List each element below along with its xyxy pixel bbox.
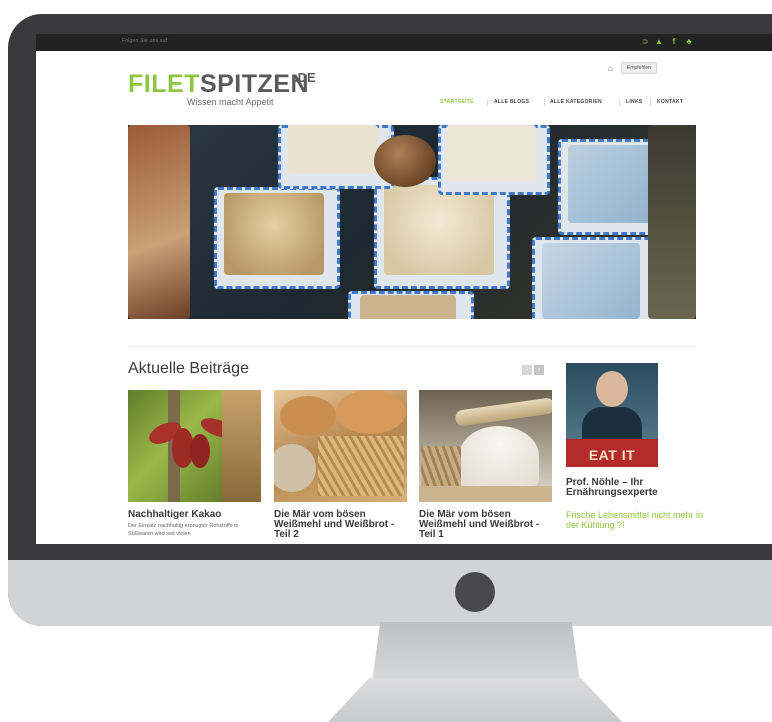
logo-domain: .DE	[294, 70, 316, 85]
bread-loaf	[336, 390, 406, 434]
delicious-icon[interactable]: ▲	[654, 37, 664, 47]
nav-separator	[544, 99, 545, 106]
cake-piece	[224, 193, 324, 275]
leaf-icon[interactable]: ♣	[684, 37, 694, 47]
post-image-flour[interactable]	[419, 390, 552, 502]
nav-item-alle-blogs[interactable]: ALLE BLOGS	[494, 99, 529, 105]
print-icon[interactable]: ⌂	[608, 64, 613, 73]
nav-separator	[487, 99, 488, 106]
like-button-label: Empfehlen	[627, 65, 651, 71]
bread-slice	[274, 444, 316, 492]
section-divider	[128, 346, 696, 347]
logo-part-spitzen: SPITZEN	[199, 70, 310, 98]
portrait-suit	[582, 407, 642, 439]
cake-piece	[360, 295, 456, 319]
walnut	[374, 135, 436, 187]
sidebar-ad-image[interactable]: EAT IT	[566, 363, 658, 467]
cocoa-pod	[190, 434, 210, 468]
flour-pile	[459, 426, 539, 486]
pager-prev-button[interactable]: ‹	[522, 365, 532, 375]
monitor-logo-button	[455, 572, 495, 612]
monitor-mockup: Folgen Sie uns auf: ⊃ ▲ f ♣ FILETSPITZEN…	[0, 0, 772, 722]
like-button[interactable]: Empfehlen	[621, 62, 657, 74]
monitor-stand-neck	[372, 622, 580, 682]
wooden-board	[419, 486, 552, 502]
monitor-stand-base	[328, 678, 622, 722]
bread-loaf	[280, 396, 336, 436]
post-title-1[interactable]: Nachhaltiger Kakao	[128, 510, 262, 520]
logo-part-filet: FILET	[128, 70, 200, 98]
monitor-chin	[8, 560, 772, 626]
nav-separator	[650, 99, 651, 106]
nav-separator	[619, 99, 620, 106]
logo-tagline: Wissen macht Appetit	[187, 97, 274, 107]
website-screen: Folgen Sie uns auf: ⊃ ▲ f ♣ FILETSPITZEN…	[36, 34, 772, 544]
facebook-icon[interactable]: f	[669, 37, 679, 47]
post-image-cocoa[interactable]	[128, 390, 261, 502]
wheat-ears	[318, 436, 404, 496]
topbar-tagline: Folgen Sie uns auf:	[122, 38, 169, 44]
post-excerpt-1: Der Einsatz nachhaltig erzeugter Rohstof…	[128, 523, 239, 537]
rolling-pin	[454, 397, 552, 427]
post-title-3[interactable]: Die Mär vom bösen Weißmehl und Weißbrot …	[419, 510, 553, 540]
section-title: Aktuelle Beiträge	[128, 360, 249, 377]
cake-piece	[288, 125, 378, 173]
hero-edge	[648, 125, 696, 319]
hero-image[interactable]	[128, 125, 696, 319]
pager-next-button[interactable]: ›	[534, 365, 544, 375]
sidebar-title[interactable]: Prof. Nöhle – Ihr Ernährungsexperte	[566, 478, 706, 498]
nav-item-links[interactable]: LINKS	[626, 99, 643, 105]
wrapped-cake	[542, 243, 640, 319]
bread-package	[128, 125, 190, 319]
nav-item-kontakt[interactable]: KONTAKT	[657, 99, 683, 105]
rss-icon[interactable]: ⊃	[640, 37, 650, 47]
cake-piece	[446, 125, 536, 181]
nav-item-alle-kategorien[interactable]: ALLE KATEGORIEN	[550, 99, 602, 105]
ad-text: EAT IT	[588, 447, 636, 463]
post-image-edge	[222, 390, 261, 502]
cake-piece	[384, 185, 494, 275]
nav-item-startseite[interactable]: STARTSEITE	[440, 99, 474, 105]
post-image-bread[interactable]	[274, 390, 407, 502]
portrait-face	[596, 371, 628, 407]
post-title-2[interactable]: Die Mär vom bösen Weißmehl und Weißbrot …	[274, 510, 408, 540]
site-logo[interactable]: FILETSPITZEN	[128, 70, 309, 99]
sidebar-link[interactable]: Frische Lebensmittel nicht mehr in der K…	[566, 510, 706, 530]
top-bar: Folgen Sie uns auf: ⊃ ▲ f ♣	[36, 34, 772, 51]
